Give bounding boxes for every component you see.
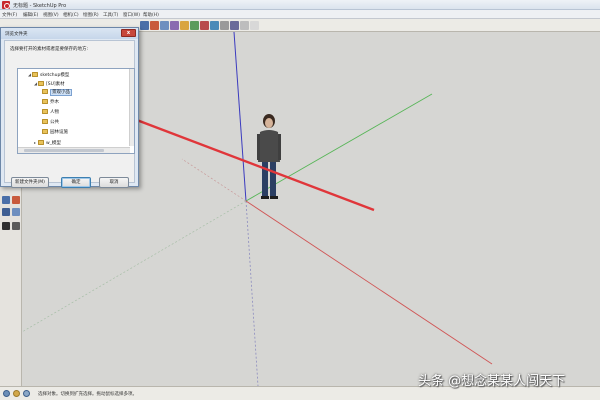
eraser-tool-icon[interactable] [150, 21, 159, 30]
folder-icon [42, 119, 48, 124]
menu-help[interactable]: 帮助(H) [143, 12, 159, 18]
line-tool-icon[interactable] [160, 21, 169, 30]
push-pull-icon[interactable] [2, 208, 10, 216]
dialog-instruction: 选择要打开的素材或者是要保存的地方: [10, 47, 89, 52]
help-icon[interactable] [23, 390, 30, 397]
green-axis-dashed [22, 200, 247, 333]
tree-item[interactable]: ◢ sketchup模型 [28, 70, 134, 79]
dialog-title: 浏览文件夹 [5, 32, 28, 37]
browse-folder-dialog: 浏览文件夹 x 选择要打开的素材或者是要保存的地方: ◢ sketchup模型 ◢… [0, 27, 139, 188]
folder-icon [32, 72, 38, 77]
tree-item-label: [SU]素材 [46, 82, 65, 87]
folder-icon [38, 140, 44, 145]
red-axis-solid [245, 200, 493, 365]
rotate-tool-icon[interactable] [210, 21, 219, 30]
person-right-arm [278, 134, 281, 160]
paint-bucket-icon[interactable] [180, 21, 189, 30]
select-tool-icon[interactable] [140, 21, 149, 30]
folder-icon [42, 109, 48, 114]
person-right-leg [270, 162, 276, 196]
arc-tool-icon[interactable] [170, 21, 179, 30]
tree-item[interactable]: 乔木 [42, 98, 134, 107]
tree-item-label: sketchup模型 [40, 73, 70, 78]
push-pull-icon[interactable] [190, 21, 199, 30]
orbit-tool-icon[interactable] [2, 222, 10, 230]
credits-icon[interactable] [13, 390, 20, 397]
tape-measure-icon[interactable] [220, 21, 229, 30]
tree-item[interactable]: ◢ [SU]素材 [34, 79, 134, 88]
window-title: 无标题 - SketchUp Pro [13, 3, 67, 9]
cancel-button[interactable]: 取消 [99, 177, 129, 188]
menu-bar: 文件(F) 编辑(E) 视图(V) 相机(C) 绘图(R) 工具(T) 窗口(W… [0, 10, 600, 19]
menu-view[interactable]: 视图(V) [43, 12, 59, 18]
sketchup-window: 无标题 - SketchUp Pro 文件(F) 编辑(E) 视图(V) 相机(… [0, 0, 600, 400]
folder-icon [38, 81, 44, 86]
horizontal-scrollbar[interactable] [18, 147, 130, 153]
close-icon[interactable]: x [121, 29, 136, 37]
tree-item-label: 公共 [50, 120, 59, 125]
scale-figure-person[interactable] [257, 114, 281, 199]
folder-tree[interactable]: ◢ sketchup模型 ◢ [SU]素材 景观小品 乔木 人物 公共 园林设施… [17, 68, 135, 154]
menu-tools[interactable]: 工具(T) [103, 12, 118, 18]
status-text: 选择对象。切换到扩充选择。拖动鼠标选择多项。 [38, 392, 137, 397]
folder-icon [42, 99, 48, 104]
dialog-title-bar[interactable]: 浏览文件夹 x [1, 28, 138, 39]
red-axis-dashed [181, 158, 247, 202]
tree-item-label: 园林设施 [50, 130, 68, 135]
move-tool-icon[interactable] [12, 208, 20, 216]
menu-window[interactable]: 窗口(W) [123, 12, 140, 18]
dialog-body: 选择要打开的素材或者是要保存的地方: ◢ sketchup模型 ◢ [SU]素材 景… [4, 40, 135, 188]
person-left-shoe [261, 196, 269, 199]
blue-axis-dashed [245, 200, 259, 386]
eraser-tool-icon[interactable] [12, 196, 20, 204]
vertical-scrollbar[interactable] [129, 69, 134, 146]
tree-item[interactable]: 人物 [42, 108, 134, 117]
folder-icon [42, 129, 48, 134]
orbit-tool-icon[interactable] [230, 21, 239, 30]
zoom-tool-icon[interactable] [240, 21, 249, 30]
pan-tool-icon[interactable] [12, 222, 20, 230]
tree-item-label: 景观小品 [50, 89, 72, 96]
tree-item[interactable]: 园林设施 [42, 128, 134, 137]
zoom-extents-icon[interactable] [250, 21, 259, 30]
menu-camera[interactable]: 相机(C) [63, 12, 79, 18]
blue-axis-solid [233, 32, 247, 202]
menu-edit[interactable]: 编辑(E) [23, 12, 38, 18]
sketchup-logo-icon [2, 1, 10, 9]
scrollbar-thumb[interactable] [24, 149, 104, 152]
watermark-text: 头条 @想念某某人闯天下 [418, 374, 566, 389]
menu-draw[interactable]: 绘图(R) [83, 12, 99, 18]
tree-item-label: 乔木 [50, 100, 59, 105]
person-left-arm [257, 134, 260, 160]
tree-item-selected[interactable]: 景观小品 [42, 88, 134, 97]
tree-item-label: 人物 [50, 110, 59, 115]
person-torso [258, 130, 280, 162]
menu-file[interactable]: 文件(F) [2, 12, 17, 18]
tree-item[interactable]: ▸ w_模型 [34, 138, 134, 147]
person-right-shoe [270, 196, 278, 199]
move-tool-icon[interactable] [200, 21, 209, 30]
new-folder-button[interactable]: 新建文件夹(M) [11, 177, 49, 188]
person-face [265, 118, 273, 128]
geo-location-icon[interactable] [3, 390, 10, 397]
title-bar: 无标题 - SketchUp Pro [0, 0, 600, 10]
tree-item-label: w_模型 [46, 141, 61, 146]
select-tool-icon[interactable] [2, 196, 10, 204]
tree-item[interactable]: 公共 [42, 118, 134, 127]
ok-button[interactable]: 确定 [61, 177, 91, 188]
folder-icon [42, 89, 48, 94]
